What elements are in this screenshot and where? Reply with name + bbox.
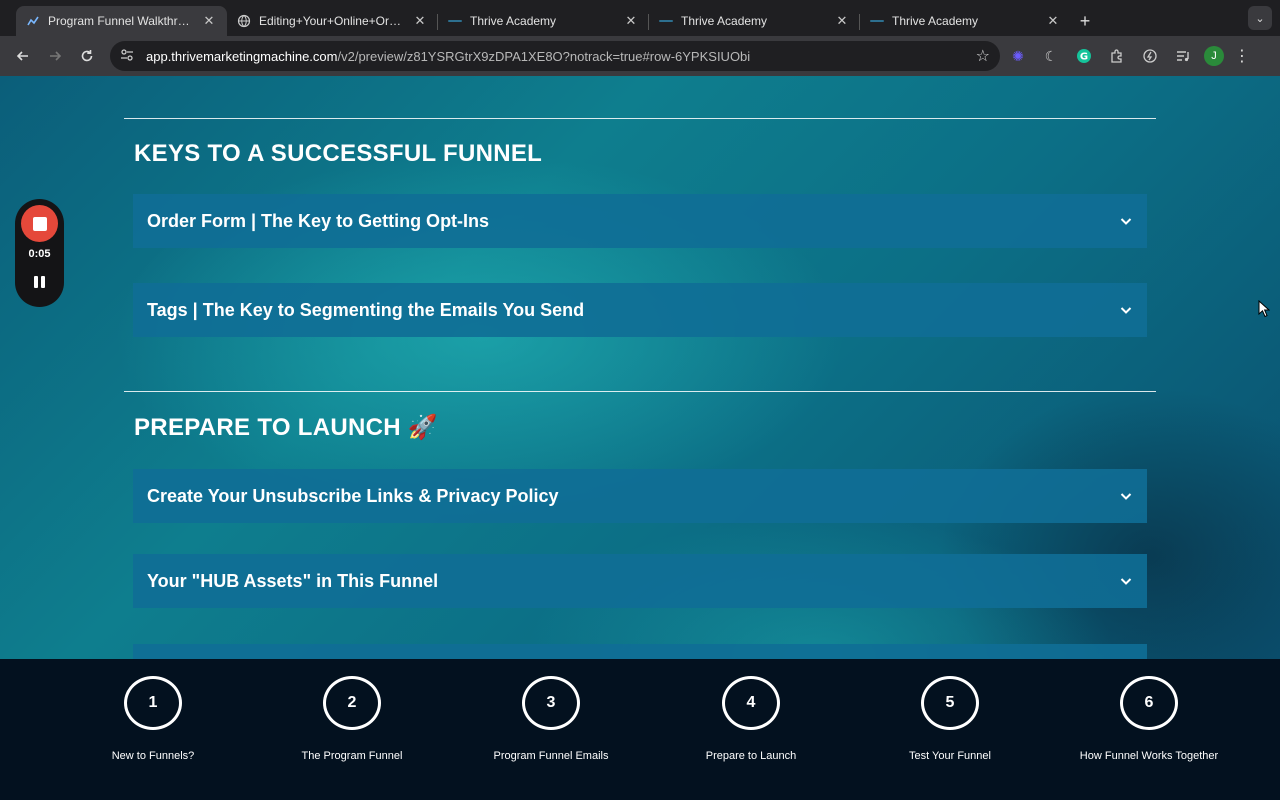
forward-arrow-icon[interactable]: [40, 41, 70, 71]
browser-tab-strip: Program Funnel Walkthrough ✕ Editing+You…: [0, 0, 1280, 36]
accordion-hub-assets[interactable]: Your "HUB Assets" in This Funnel: [133, 554, 1147, 608]
extension-flower-icon[interactable]: ✺: [1003, 41, 1033, 71]
tab-thrive-academy-2[interactable]: Thrive Academy ✕: [649, 6, 860, 36]
close-tab-icon[interactable]: ✕: [201, 13, 217, 29]
accordion-label: Tags | The Key to Segmenting the Emails …: [147, 299, 585, 320]
step-label[interactable]: The Program Funnel: [302, 750, 403, 762]
screen-recorder-widget: 0:05: [15, 199, 64, 307]
step-number-circle[interactable]: 3: [522, 676, 580, 730]
extension-moon-icon[interactable]: ☾: [1036, 41, 1066, 71]
step-label[interactable]: Test Your Funnel: [909, 750, 991, 762]
url-text[interactable]: app.thrivemarketingmachine.com/v2/previe…: [146, 49, 976, 64]
recording-timer: 0:05: [28, 248, 51, 260]
page-content: KEYS TO A SUCCESSFUL FUNNEL Order Form |…: [0, 76, 1280, 659]
close-tab-icon[interactable]: ✕: [834, 13, 850, 29]
chevron-down-icon[interactable]: [1119, 489, 1133, 503]
globe-icon: [237, 14, 251, 28]
accordion-unsubscribe-links[interactable]: Create Your Unsubscribe Links & Privacy …: [133, 469, 1147, 523]
chevron-down-icon[interactable]: [1119, 303, 1133, 317]
address-bar[interactable]: app.thrivemarketingmachine.com/v2/previe…: [110, 41, 1000, 71]
performance-icon[interactable]: [1135, 41, 1165, 71]
media-controls-icon[interactable]: [1168, 41, 1198, 71]
accordion-label: Create Your Unsubscribe Links & Privacy …: [147, 485, 559, 506]
site-settings-icon[interactable]: [120, 48, 136, 65]
accordion-tags[interactable]: Tags | The Key to Segmenting the Emails …: [133, 283, 1147, 337]
step-label[interactable]: Prepare to Launch: [706, 750, 797, 762]
step-3-program-funnel-emails[interactable]: 3 Program Funnel Emails: [451, 676, 651, 762]
tab-program-funnel-walkthrough[interactable]: Program Funnel Walkthrough ✕: [16, 6, 227, 36]
section-divider: [124, 118, 1156, 119]
chevron-down-icon[interactable]: [1119, 574, 1133, 588]
tab-title: Thrive Academy: [892, 14, 979, 28]
back-arrow-icon[interactable]: [8, 41, 38, 71]
pause-icon[interactable]: [29, 273, 49, 291]
close-tab-icon[interactable]: ✕: [623, 13, 639, 29]
stop-recording-button[interactable]: [21, 205, 58, 242]
thrive-favicon-icon: [870, 14, 884, 28]
step-number-circle[interactable]: 4: [722, 676, 780, 730]
tab-title: Editing+Your+Online+Order+Form: [259, 14, 406, 28]
bookmark-star-icon[interactable]: ☆: [976, 46, 990, 66]
tab-search-chevron-icon[interactable]: ⌄: [1248, 6, 1272, 30]
tab-title: Thrive Academy: [681, 14, 768, 28]
grammarly-extension-icon[interactable]: G: [1069, 41, 1099, 71]
step-5-test-your-funnel[interactable]: 5 Test Your Funnel: [850, 676, 1050, 762]
step-label[interactable]: How Funnel Works Together: [1080, 750, 1218, 762]
step-number-circle[interactable]: 6: [1120, 676, 1178, 730]
accordion-label: Your "HUB Assets" in This Funnel: [147, 570, 439, 591]
close-tab-icon[interactable]: ✕: [1045, 13, 1061, 29]
accordion-partially-visible[interactable]: [133, 644, 1147, 659]
step-number-circle[interactable]: 1: [124, 676, 182, 730]
step-6-how-funnel-works-together[interactable]: 6 How Funnel Works Together: [1049, 676, 1249, 762]
step-4-prepare-to-launch[interactable]: 4 Prepare to Launch: [651, 676, 851, 762]
thrive-favicon-icon: [448, 14, 462, 28]
tab-thrive-academy-3[interactable]: Thrive Academy ✕: [860, 6, 1071, 36]
mouse-cursor-icon: [1258, 300, 1270, 318]
browser-menu-icon[interactable]: ⋮: [1230, 41, 1254, 71]
accordion-label: Order Form | The Key to Getting Opt-Ins: [147, 210, 490, 231]
url-path: /v2/preview/z81YSRGtrX9zDPA1XE8O?notrack…: [337, 48, 751, 64]
chart-favicon-icon: [26, 14, 40, 28]
step-navigation-bar: 1 New to Funnels? 2 The Program Funnel 3…: [0, 659, 1280, 800]
tab-thrive-academy-1[interactable]: Thrive Academy ✕: [438, 6, 649, 36]
section-divider: [124, 391, 1156, 392]
browser-toolbar: app.thrivemarketingmachine.com/v2/previe…: [0, 36, 1280, 76]
url-host: app.thrivemarketingmachine.com: [146, 48, 338, 64]
tab-title: Program Funnel Walkthrough: [48, 14, 195, 28]
new-tab-button[interactable]: +: [1071, 6, 1099, 36]
chevron-down-icon[interactable]: [1119, 214, 1133, 228]
step-number-circle[interactable]: 2: [323, 676, 381, 730]
close-tab-icon[interactable]: ✕: [412, 13, 428, 29]
step-label[interactable]: Program Funnel Emails: [494, 750, 609, 762]
tab-editing-order-form[interactable]: Editing+Your+Online+Order+Form ✕: [227, 6, 438, 36]
thrive-favicon-icon: [659, 14, 673, 28]
step-label[interactable]: New to Funnels?: [112, 750, 195, 762]
extensions-puzzle-icon[interactable]: [1102, 41, 1132, 71]
section-title-keys: KEYS TO A SUCCESSFUL FUNNEL: [134, 140, 543, 167]
stop-square-icon: [32, 216, 47, 231]
profile-avatar[interactable]: J: [1204, 46, 1224, 66]
reload-icon[interactable]: [72, 41, 102, 71]
accordion-order-form[interactable]: Order Form | The Key to Getting Opt-Ins: [133, 194, 1147, 248]
step-number-circle[interactable]: 5: [921, 676, 979, 730]
tab-title: Thrive Academy: [470, 14, 557, 28]
svg-text:G: G: [1080, 52, 1088, 63]
step-2-program-funnel[interactable]: 2 The Program Funnel: [252, 676, 452, 762]
step-1-new-to-funnels[interactable]: 1 New to Funnels?: [53, 676, 253, 762]
section-title-prepare: PREPARE TO LAUNCH 🚀: [134, 414, 439, 441]
